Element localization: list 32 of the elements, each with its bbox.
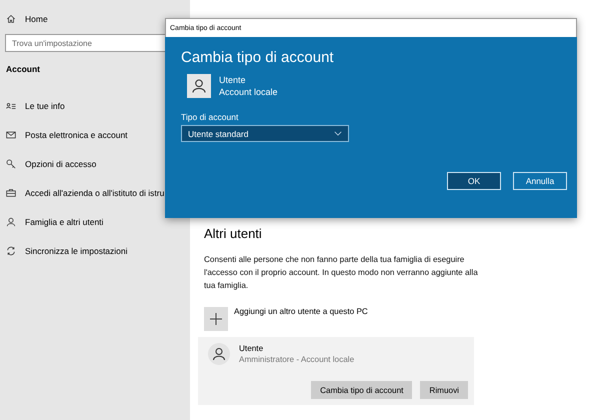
user-name: Utente [239,344,264,353]
home-icon [6,14,16,24]
sidebar-item[interactable]: Famiglia e altri utenti [6,207,190,236]
add-user-row[interactable]: Aggiungi un altro utente a questo PC [204,307,610,331]
mail-icon [6,130,16,140]
description-text: Consenti alle persone che non fanno parte della tua famiglia di eseguire l'accesso con il proprio account. In questo modo non verranno aggiunte alla tua famiglia. [204,254,479,292]
user-card[interactable]: Utente Amministratore - Account locale Cambia tipo di account Rimuovi [198,337,474,405]
user-name: Utente [219,75,247,85]
dialog-button[interactable]: Annulla [513,172,567,190]
field-label: Tipo di account [181,112,240,122]
sidebar-item[interactable]: Sincronizza le impostazioni [6,236,190,265]
user-avatar-icon [208,343,230,365]
chevron-down-icon [334,131,342,136]
card-button[interactable]: Rimuovi [420,381,468,399]
contact-card-icon [6,100,16,110]
sync-icon [6,246,16,256]
section-heading: Altri utenti [204,226,263,241]
sidebar-item[interactable]: Opzioni di accesso [6,149,190,178]
home-link[interactable]: Home [6,14,190,24]
dialog-heading: Cambia tipo di account [181,49,335,66]
plus-icon [204,307,228,331]
user-avatar-icon [187,74,211,98]
sidebar-item[interactable]: Accedi all'azienda o all'istituto di istru [6,178,190,207]
person-icon [6,216,16,226]
account-type-dropdown[interactable]: Utente standard [181,125,349,142]
key-icon [6,158,16,168]
user-detail: Amministratore - Account locale [239,355,354,364]
dialog-button[interactable]: OK [447,172,501,190]
section-heading: Account [6,64,41,76]
card-button[interactable]: Cambia tipo di account [311,381,412,399]
briefcase-icon [6,188,16,198]
account-type: Account locale [219,87,278,97]
